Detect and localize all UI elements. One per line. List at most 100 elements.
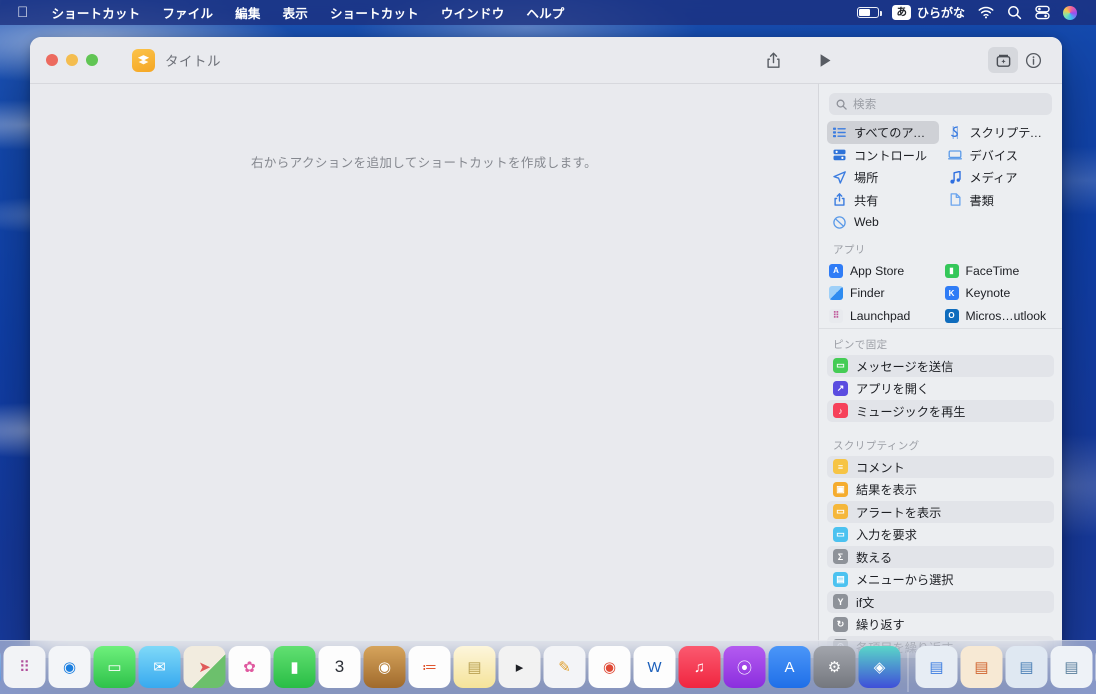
dock-item-mail[interactable]: ✉ (138, 646, 181, 688)
traffic-lights (46, 54, 98, 66)
app-item-mission-control[interactable]: ▤ Mission Control (829, 327, 937, 329)
window-titlebar[interactable]: タイトル (30, 37, 1062, 83)
spotlight-search-icon[interactable] (1007, 5, 1022, 20)
apple-menu-icon[interactable]:  (9, 4, 40, 21)
menu-file[interactable]: ファイル (151, 1, 224, 24)
messages-icon: ▭ (833, 358, 848, 374)
dock-item-reminders[interactable]: ≔ (408, 646, 451, 688)
dock-item-photos[interactable]: ✿ (228, 646, 271, 688)
category-places[interactable]: 場所 (827, 166, 939, 189)
dock-item-word[interactable]: W (633, 646, 676, 688)
siri-icon[interactable] (1063, 5, 1077, 20)
dock-item-window-doc-4[interactable]: ▤ (1050, 646, 1093, 688)
category-scripting[interactable]: スクリプティング (943, 121, 1055, 144)
app-item-numbers[interactable]: ▥ Numbers (945, 327, 1053, 329)
action-label: 繰り返す (856, 618, 905, 633)
script-icon (948, 125, 963, 139)
menu-app-name[interactable]: ショートカット (40, 1, 151, 24)
dock-item-music[interactable]: ♫ (678, 646, 721, 688)
ask-input-icon: ▭ (833, 526, 848, 542)
menu-shortcuts[interactable]: ショートカット (319, 1, 430, 24)
action-row-open-app[interactable]: ↗ アプリを開く (827, 377, 1054, 400)
category-web[interactable]: Web (827, 211, 939, 234)
app-label: Micros…utlook (965, 308, 1047, 323)
action-label: 数える (856, 550, 893, 565)
dock-item-calendar[interactable]: 3 (318, 646, 361, 688)
app-item-outlook[interactable]: O Micros…utlook (944, 305, 1053, 328)
action-row-play-music[interactable]: ♪ ミュージックを再生 (827, 399, 1054, 422)
control-center-icon[interactable] (1035, 5, 1050, 20)
action-row-choose-from-menu[interactable]: ▤ メニューから選択 (827, 568, 1054, 591)
menu-bar-items:  ショートカット ファイル 編集 表示 ショートカット ウインドウ ヘルプ (9, 1, 576, 24)
dock-item-system-settings[interactable]: ⚙ (813, 646, 856, 688)
search-input[interactable]: 検索 (829, 93, 1052, 115)
run-button[interactable] (810, 47, 840, 73)
action-library-button[interactable] (988, 47, 1018, 73)
category-sharing[interactable]: 共有 (827, 189, 939, 212)
action-label: アプリを開く (856, 382, 930, 397)
info-button[interactable] (1018, 47, 1048, 73)
window-body: 右からアクションを追加してショートカットを作成します。 検索 すべてのアクシ… (30, 83, 1062, 658)
zoom-button[interactable] (86, 54, 98, 66)
app-item-finder[interactable]: Finder (829, 282, 937, 305)
outlook-icon: O (944, 308, 959, 323)
menu-help[interactable]: ヘルプ (515, 1, 575, 24)
category-documents[interactable]: 書類 (943, 189, 1055, 212)
close-button[interactable] (46, 54, 58, 66)
dock-item-podcasts[interactable]: ⦿ (723, 646, 766, 688)
dock-item-messages[interactable]: ▭ (93, 646, 136, 688)
app-item-launchpad[interactable]: ⠿ Launchpad (829, 305, 937, 328)
battery-icon[interactable] (857, 7, 882, 18)
dock-item-window-doc-1[interactable]: ▤ (915, 646, 958, 688)
dock-item-tv[interactable]: ▸ (498, 646, 541, 688)
action-row-send-message[interactable]: ▭ メッセージを送信 (827, 354, 1054, 377)
action-row-ask-for-input[interactable]: ▭ 入力を要求 (827, 523, 1054, 546)
category-controls[interactable]: コントロール (827, 144, 939, 167)
apps-section-title: アプリ (833, 243, 866, 256)
action-row-if[interactable]: Y if文 (827, 590, 1054, 613)
dock-item-contacts[interactable]: ◉ (363, 646, 406, 688)
menu-bar-status-items: あ ひらがな (857, 4, 1087, 21)
wifi-icon[interactable] (978, 6, 994, 19)
menu-edit[interactable]: 編集 (224, 1, 271, 24)
dock-item-freeform[interactable]: ✎ (543, 646, 586, 688)
app-item-app-store[interactable]: A App Store (829, 260, 937, 283)
dock-item-facetime[interactable]: ▮ (273, 646, 316, 688)
dock-item-window-doc-3[interactable]: ▤ (1005, 646, 1048, 688)
shortcut-editor-canvas[interactable]: 右からアクションを追加してショートカットを作成します。 (30, 83, 818, 658)
dock-separator (907, 651, 909, 692)
web-icon (832, 216, 847, 229)
pinned-section-title: ピンで固定 (833, 338, 888, 351)
dock-item-shortcuts[interactable]: ◈ (858, 646, 901, 688)
minimize-button[interactable] (66, 54, 78, 66)
app-item-facetime[interactable]: ▮ FaceTime (944, 260, 1053, 283)
app-item-keynote[interactable]: K Keynote (944, 282, 1053, 305)
menu-window[interactable]: ウインドウ (430, 1, 516, 24)
action-row-show-alert[interactable]: ▭ アラートを表示 (827, 500, 1054, 523)
dock-item-launchpad[interactable]: ⠿ (3, 646, 46, 688)
category-media[interactable]: メディア (943, 166, 1055, 189)
category-label: コントロール (854, 148, 928, 163)
launchpad-icon: ⠿ (829, 308, 843, 323)
dock-item-notes[interactable]: ▤ (453, 646, 496, 688)
category-all-actions[interactable]: すべてのアクシ… (827, 121, 939, 144)
dock-item-maps[interactable]: ➤ (183, 646, 226, 688)
category-devices[interactable]: デバイス (943, 144, 1055, 167)
count-icon: Σ (833, 549, 848, 565)
dock-item-app-store[interactable]: A (768, 646, 811, 688)
input-source-menu[interactable]: あ ひらがな (892, 4, 965, 21)
dock-item-finder[interactable]: ☺ (0, 646, 1, 688)
finder-icon (829, 286, 843, 301)
action-row-repeat[interactable]: ↻ 繰り返す (827, 613, 1054, 636)
menu-view[interactable]: 表示 (272, 1, 319, 24)
action-row-comment[interactable]: ≡ コメント (827, 455, 1054, 478)
dock-item-safari[interactable]: ◉ (48, 646, 91, 688)
app-label: FaceTime (965, 263, 1020, 278)
dock-item-window-doc-2[interactable]: ▤ (960, 646, 1003, 688)
window-title[interactable]: タイトル (165, 50, 221, 70)
action-row-show-result[interactable]: ▣ 結果を表示 (827, 478, 1054, 501)
action-row-count[interactable]: Σ 数える (827, 545, 1054, 568)
dock-item-chrome[interactable]: ◉ (588, 646, 631, 688)
scripting-section-title: スクリプティング (833, 439, 920, 452)
share-button[interactable] (758, 47, 788, 73)
